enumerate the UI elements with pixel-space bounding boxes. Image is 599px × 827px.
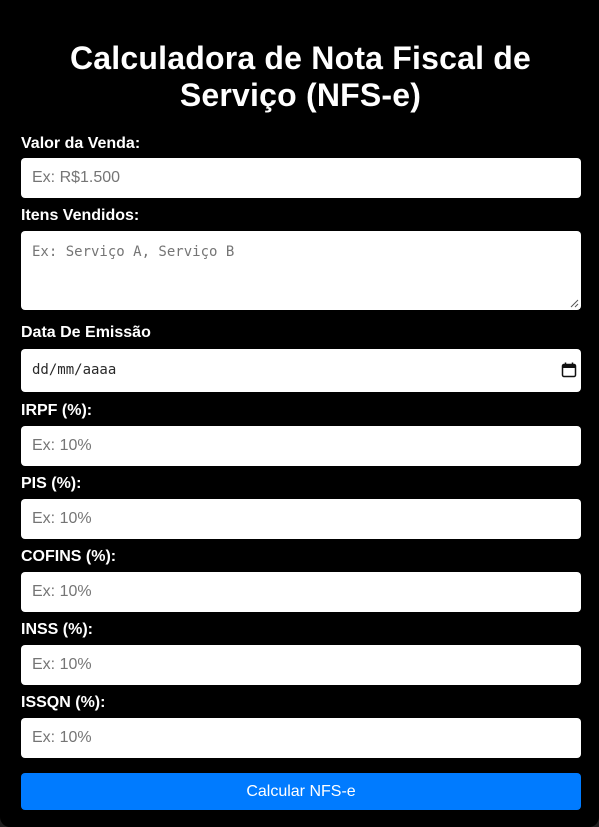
page-title: Calculadora de Nota Fiscal de Serviço (N… xyxy=(21,40,580,114)
resize-handle-icon[interactable] xyxy=(570,299,579,308)
inss-label: INSS (%): xyxy=(21,621,93,638)
items-sold-textarea[interactable]: Ex: Serviço A, Serviço B xyxy=(21,231,581,310)
issqn-label: ISSQN (%): xyxy=(21,694,106,711)
calendar-icon[interactable] xyxy=(561,362,577,378)
pis-label: PIS (%): xyxy=(21,475,82,492)
items-sold-placeholder: Ex: Serviço A, Serviço B xyxy=(32,244,235,260)
issqn-input[interactable]: Ex: 10% xyxy=(21,718,581,758)
sale-value-label: Valor da Venda: xyxy=(21,135,141,152)
cofins-input[interactable]: Ex: 10% xyxy=(21,572,581,612)
nfse-calculator-card: Calculadora de Nota Fiscal de Serviço (N… xyxy=(0,0,599,827)
issue-date-input[interactable]: dd/mm/aaaa xyxy=(21,349,581,392)
sale-value-input[interactable]: Ex: R$1.500 xyxy=(21,158,581,198)
inss-input[interactable]: Ex: 10% xyxy=(21,645,581,685)
title-line-1: Calculadora de Nota Fiscal de xyxy=(69,40,532,76)
title-line-2: Serviço (NFS-e) xyxy=(179,77,422,113)
cofins-label: COFINS (%): xyxy=(21,548,117,565)
irpf-label: IRPF (%): xyxy=(21,402,93,419)
issue-date-label: Data De Emissão xyxy=(21,324,151,341)
irpf-input[interactable]: Ex: 10% xyxy=(21,426,581,466)
issue-date-placeholder: dd/mm/aaaa xyxy=(32,362,117,378)
calculate-nfse-button[interactable]: Calcular NFS-e xyxy=(21,773,581,810)
pis-input[interactable]: Ex: 10% xyxy=(21,499,581,539)
items-sold-label: Itens Vendidos: xyxy=(21,207,140,224)
